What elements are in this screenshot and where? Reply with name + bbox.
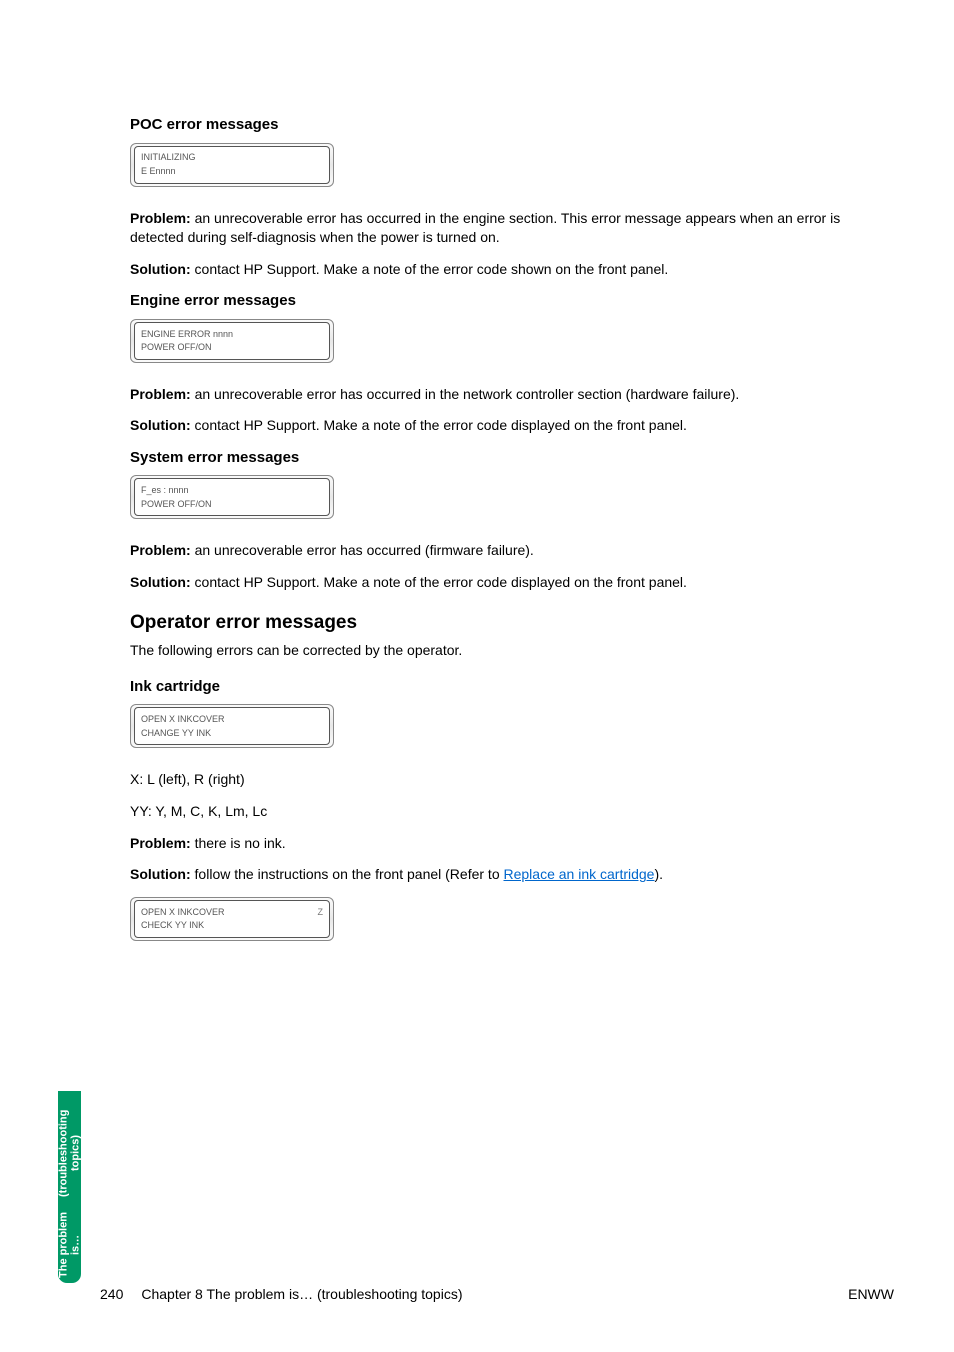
replace-ink-link[interactable]: Replace an ink cartridge [504,866,655,882]
lcd-outer: ENGINE ERROR nnnn POWER OFF/ON [130,319,334,363]
solution-text: contact HP Support. Make a note of the e… [191,574,687,590]
engine-solution: Solution: contact HP Support. Make a not… [130,416,894,436]
lcd-line-1: OPEN X INKCOVER [141,713,323,726]
solution-text: contact HP Support. Make a note of the e… [191,261,669,277]
footer-right: ENWW [848,1286,894,1302]
lcd-line-2: E Ennnn [141,165,323,178]
page-footer: 240 Chapter 8 The problem is… (troublesh… [0,1286,954,1302]
lcd-right-text: Z [318,906,324,919]
lcd-outer: OPEN X INKCOVER CHANGE YY INK [130,704,334,748]
engine-heading: Engine error messages [130,291,894,311]
lcd-text: POWER OFF/ON [141,498,212,511]
lcd-line-2: CHECK YY INK [141,919,323,932]
lcd-text: F_es : nnnn [141,484,189,497]
lcd-text: ENGINE ERROR nnnn [141,328,233,341]
lcd-line-1: F_es : nnnn [141,484,323,497]
problem-label: Problem: [130,210,191,226]
lcd-text: CHECK YY INK [141,919,204,932]
solution-post: ). [654,866,663,882]
operator-intro: The following errors can be corrected by… [130,641,894,661]
solution-label: Solution: [130,574,191,590]
lcd-inner: ENGINE ERROR nnnn POWER OFF/ON [134,322,330,360]
system-problem: Problem: an unrecoverable error has occu… [130,541,894,561]
side-tab-line-1: The problem is… [57,1207,81,1283]
solution-text: contact HP Support. Make a note of the e… [191,417,687,433]
poc-solution: Solution: contact HP Support. Make a not… [130,260,894,280]
poc-heading: POC error messages [130,115,894,135]
lcd-text: OPEN X INKCOVER [141,906,225,919]
problem-text: there is no ink. [191,835,286,851]
lcd-inner: F_es : nnnn POWER OFF/ON [134,478,330,516]
lcd-outer: INITIALIZING E Ennnn [130,143,334,187]
footer-left: 240 Chapter 8 The problem is… (troublesh… [100,1286,462,1302]
page-content: POC error messages INITIALIZING E Ennnn … [0,0,954,941]
solution-label: Solution: [130,866,191,882]
operator-heading: Operator error messages [130,611,894,636]
ink-lcd-2: OPEN X INKCOVER Z CHECK YY INK [130,897,894,941]
lcd-inner: INITIALIZING E Ennnn [134,146,330,184]
solution-label: Solution: [130,417,191,433]
lcd-text: E Ennnn [141,165,176,178]
page-number: 240 [100,1286,123,1302]
ink-lcd-1: OPEN X INKCOVER CHANGE YY INK [130,704,894,748]
problem-label: Problem: [130,835,191,851]
ink-problem: Problem: there is no ink. [130,834,894,854]
engine-lcd: ENGINE ERROR nnnn POWER OFF/ON [130,319,894,363]
lcd-outer: OPEN X INKCOVER Z CHECK YY INK [130,897,334,941]
lcd-line-2: POWER OFF/ON [141,498,323,511]
lcd-line-1: ENGINE ERROR nnnn [141,328,323,341]
lcd-text: OPEN X INKCOVER [141,713,225,726]
solution-pre: follow the instructions on the front pan… [191,866,504,882]
chapter-text: Chapter 8 The problem is… (troubleshooti… [141,1286,462,1302]
ink-solution: Solution: follow the instructions on the… [130,865,894,885]
ink-heading: Ink cartridge [130,677,894,697]
lcd-line-1: OPEN X INKCOVER Z [141,906,323,919]
side-tab-line-2: (troubleshooting topics) [57,1099,81,1207]
problem-text: an unrecoverable error has occurred in t… [191,386,740,402]
problem-label: Problem: [130,386,191,402]
lcd-inner: OPEN X INKCOVER CHANGE YY INK [134,707,330,745]
lcd-text: INITIALIZING [141,151,196,164]
system-lcd: F_es : nnnn POWER OFF/ON [130,475,894,519]
poc-lcd: INITIALIZING E Ennnn [130,143,894,187]
lcd-line-2: CHANGE YY INK [141,727,323,740]
lcd-line-2: POWER OFF/ON [141,341,323,354]
lcd-text: CHANGE YY INK [141,727,211,740]
poc-problem: Problem: an unrecoverable error has occu… [130,209,894,248]
problem-text: an unrecoverable error has occurred in t… [130,210,840,246]
ink-yy-line: YY: Y, M, C, K, Lm, Lc [130,802,894,822]
lcd-outer: F_es : nnnn POWER OFF/ON [130,475,334,519]
side-tab: The problem is… (troubleshooting topics) [58,1091,81,1283]
problem-label: Problem: [130,542,191,558]
solution-label: Solution: [130,261,191,277]
lcd-inner: OPEN X INKCOVER Z CHECK YY INK [134,900,330,938]
lcd-text: POWER OFF/ON [141,341,212,354]
system-solution: Solution: contact HP Support. Make a not… [130,573,894,593]
ink-x-line: X: L (left), R (right) [130,770,894,790]
problem-text: an unrecoverable error has occurred (fir… [191,542,534,558]
engine-problem: Problem: an unrecoverable error has occu… [130,385,894,405]
lcd-line-1: INITIALIZING [141,151,323,164]
system-heading: System error messages [130,448,894,468]
